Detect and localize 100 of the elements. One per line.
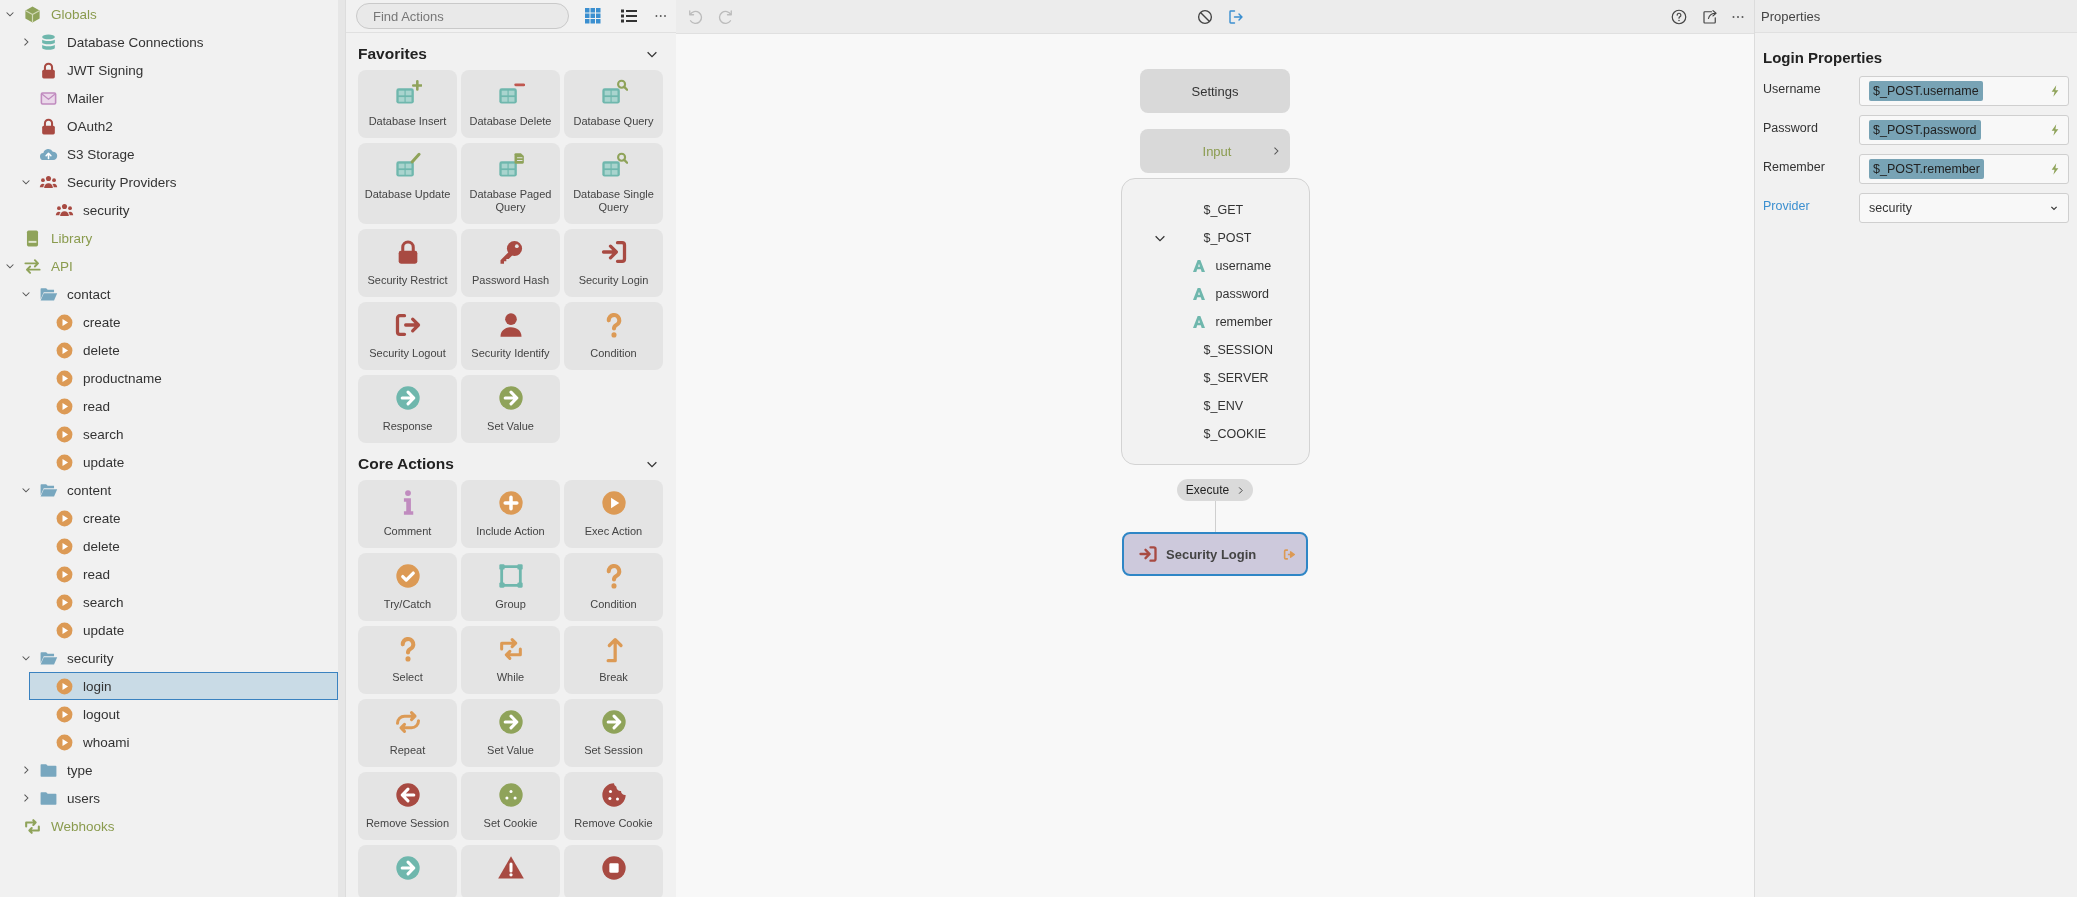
table-pencil-icon [393,152,422,180]
action-tile[interactable]: Database Query [564,70,663,138]
tree-item[interactable]: login [29,672,338,700]
more-icon[interactable] [654,14,666,18]
play-circle-icon [55,424,74,444]
action-tile[interactable]: While [461,626,560,694]
tree-item[interactable]: type [13,756,338,784]
tree-item[interactable]: contact [13,280,338,308]
arrow-right-circle-icon [496,708,525,736]
action-tile[interactable]: Select [358,626,457,694]
action-tile[interactable] [358,845,457,897]
tree-item[interactable]: JWT Signing [13,56,338,84]
tree-item[interactable]: delete [29,336,338,364]
variable-name[interactable]: $_GET [1203,203,1244,217]
table-search-icon [599,79,628,107]
search-field[interactable]: Find Actions [356,3,569,29]
lock-icon [39,116,58,136]
action-tile[interactable] [461,845,560,897]
variable-name[interactable]: remember [1215,315,1273,329]
tree-item[interactable]: productname [29,364,338,392]
action-tile[interactable]: Response [358,375,457,443]
tree-item[interactable]: Database Connections [13,28,338,56]
action-tile[interactable]: Repeat [358,699,457,767]
action-tile[interactable]: Condition [564,302,663,370]
action-tile[interactable]: Database Insert [358,70,457,138]
lightning-icon[interactable] [2050,84,2060,98]
tree-item[interactable]: OAuth2 [13,112,338,140]
tree-item[interactable]: Mailer [13,84,338,112]
variable-name[interactable]: $_SERVER [1203,371,1269,385]
arrow-right-circle-icon [393,854,422,882]
action-tile[interactable]: Database Delete [461,70,560,138]
select-field[interactable]: security [1859,193,2069,223]
action-tile[interactable]: Database Update [358,143,457,224]
action-tile[interactable]: Security Restrict [358,229,457,297]
help-icon[interactable] [1670,7,1688,26]
step-node[interactable]: Security Login [1122,532,1308,576]
action-tile[interactable]: Set Value [461,699,560,767]
action-tile[interactable]: Password Hash [461,229,560,297]
action-tile[interactable]: Security Identify [461,302,560,370]
section-title: Favorites [358,45,427,63]
tree-item[interactable]: search [29,420,338,448]
action-tile[interactable]: Comment [358,480,457,548]
variable-name[interactable]: username [1215,259,1272,273]
action-tile[interactable]: Database Single Query [564,143,663,224]
action-tile[interactable]: Condition [564,553,663,621]
action-tile[interactable]: Security Login [564,229,663,297]
lightning-icon[interactable] [2050,162,2060,176]
settings-node[interactable]: Settings [1140,69,1290,113]
tree-item[interactable]: read [29,392,338,420]
arrow-right-circle-icon [599,708,628,736]
action-tile[interactable]: Group [461,553,560,621]
action-tile[interactable] [564,845,663,897]
tree-item[interactable]: content [13,476,338,504]
action-tile[interactable]: Security Logout [358,302,457,370]
play-circle-icon [55,620,74,640]
tree-item[interactable]: read [29,560,338,588]
action-tile[interactable]: Try/Catch [358,553,457,621]
tree-item[interactable]: delete [29,532,338,560]
action-tile[interactable]: Set Session [564,699,663,767]
tree-item[interactable]: update [29,448,338,476]
action-tile[interactable]: Remove Session [358,772,457,840]
value-chip: $_POST.username [1869,81,1983,101]
lightning-icon[interactable] [2050,123,2060,137]
input-field[interactable]: $_POST.password [1859,115,2069,145]
action-tile[interactable]: Set Value [461,375,560,443]
variable-name[interactable]: $_POST [1203,231,1252,245]
action-tile[interactable]: Exec Action [564,480,663,548]
action-tile[interactable]: Break [564,626,663,694]
tree-item[interactable]: S3 Storage [13,140,338,168]
tree-item[interactable]: Security Providers [13,168,338,196]
tree-item[interactable]: create [29,504,338,532]
tree-item[interactable]: users [13,784,338,812]
tree-item[interactable]: security [13,644,338,672]
disable-icon[interactable] [1196,7,1214,26]
variable-name[interactable]: $_SESSION [1203,343,1273,357]
more-icon[interactable] [1732,14,1744,19]
tree-item[interactable]: whoami [29,728,338,756]
action-tile[interactable]: Database Paged Query [461,143,560,224]
tree-item[interactable]: security [29,196,338,224]
share-icon[interactable] [1701,7,1719,26]
lock-icon [39,60,58,80]
input-field[interactable]: $_POST.username [1859,76,2069,106]
execute-pill[interactable]: Execute [1176,479,1254,501]
tree-item[interactable]: logout [29,700,338,728]
tree-item[interactable]: update [29,616,338,644]
play-circle-icon [55,340,74,360]
check-circle-icon [393,562,422,590]
tree-item[interactable]: create [29,308,338,336]
input-field[interactable]: $_POST.remember [1859,154,2069,184]
sign-out-icon [1283,547,1296,561]
tree-item[interactable]: search [29,588,338,616]
export-icon[interactable] [1227,7,1245,26]
action-tile[interactable]: Set Cookie [461,772,560,840]
swap-arrows-icon [23,256,42,276]
variable-name[interactable]: $_COOKIE [1203,427,1267,441]
play-circle-icon [55,368,74,388]
action-tile[interactable]: Remove Cookie [564,772,663,840]
action-tile[interactable]: Include Action [461,480,560,548]
variable-name[interactable]: $_ENV [1203,399,1244,413]
variable-name[interactable]: password [1215,287,1269,301]
